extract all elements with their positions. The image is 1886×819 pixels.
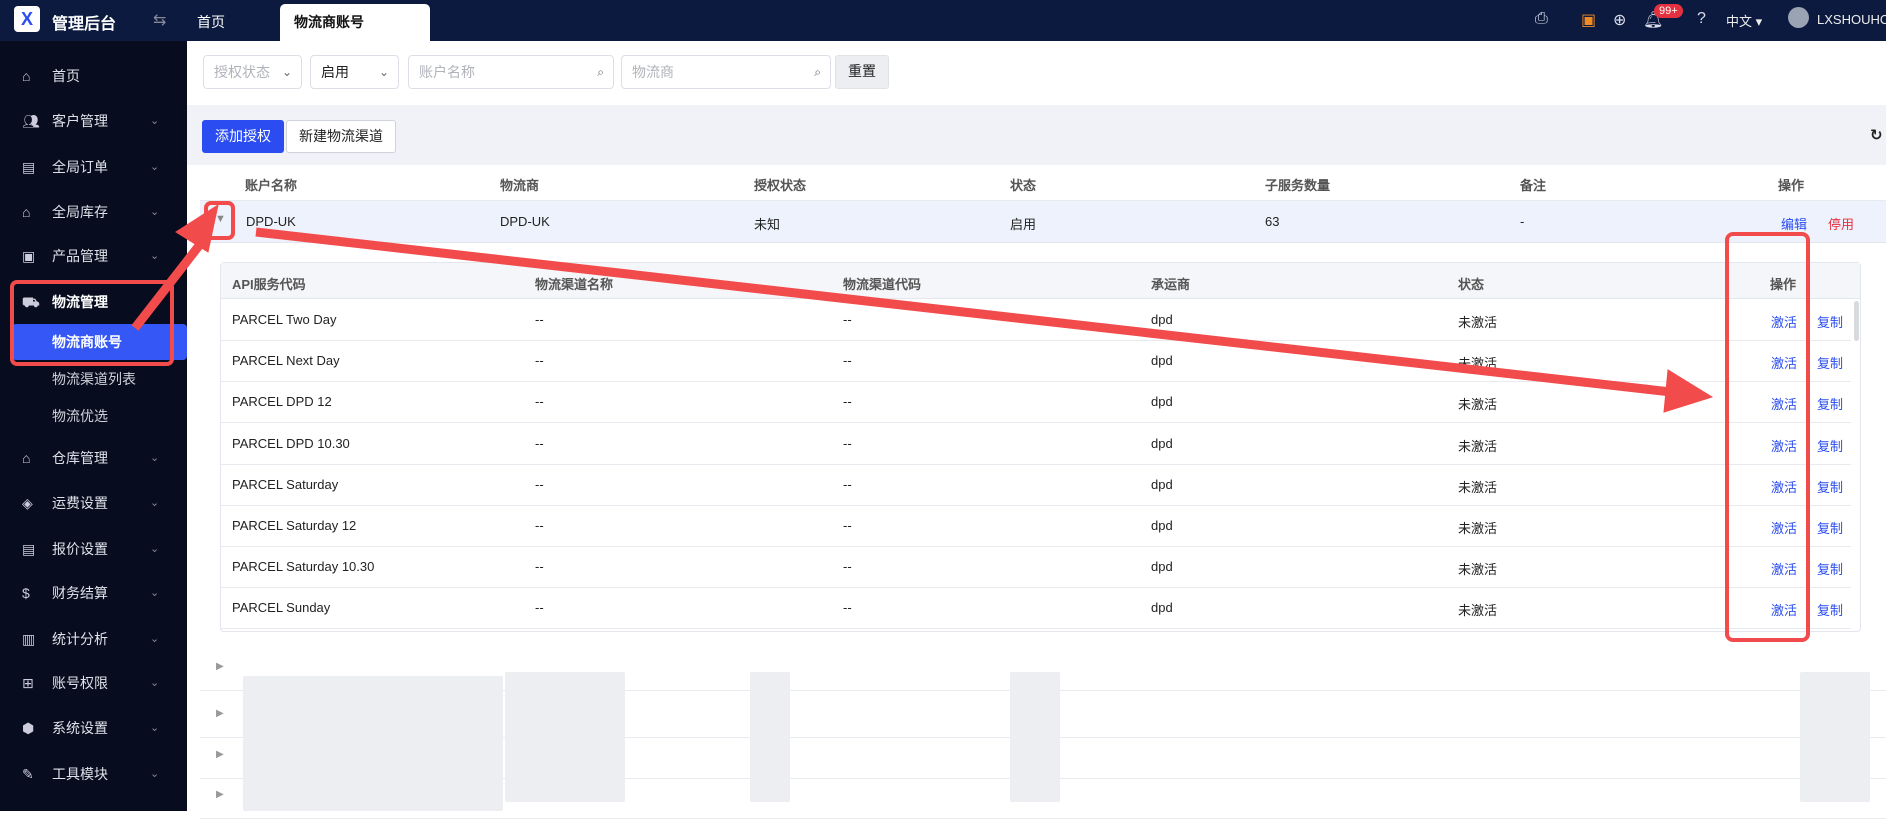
annotation-box-actions [1725,232,1810,642]
annotation-arrowhead [1663,369,1714,413]
annotation-arrowhead [175,203,219,253]
annotation-arrow [255,227,1681,398]
annotation-overlay [10,201,1810,642]
annotation-box-sidebar [10,280,174,366]
